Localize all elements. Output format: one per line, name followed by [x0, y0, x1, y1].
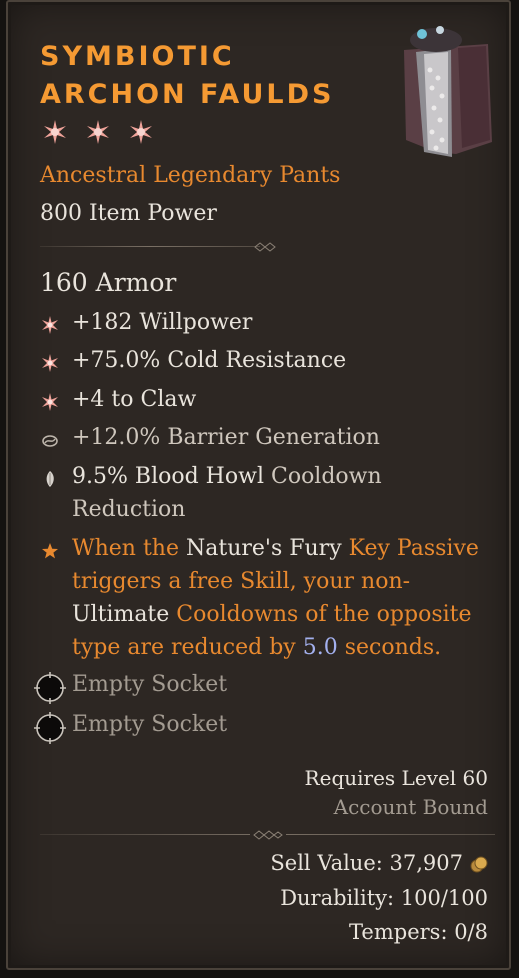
socket-2-label: Empty Socket	[72, 712, 228, 737]
required-level: Requires Level 60	[304, 766, 488, 790]
aspect-value: 9.5%	[72, 464, 128, 489]
socket-1-label: Empty Socket	[72, 672, 228, 697]
legendary-star-icon	[42, 543, 58, 559]
item-rank-stars	[42, 119, 154, 145]
affix-cold-resistance: +75.0% Cold Resistance	[72, 348, 347, 373]
legendary-text: Cooldowns of the opposite	[176, 602, 472, 627]
account-bound: Account Bound	[333, 795, 488, 819]
legendary-text: Key Passive	[348, 536, 479, 561]
sell-value: Sell Value: 37,907	[270, 851, 463, 875]
aspect-suffix: Cooldown	[270, 464, 382, 489]
item-name-line1: Symbiotic	[40, 41, 235, 72]
item-tooltip: Symbiotic Archon Faulds	[6, 0, 511, 970]
divider-ornament-icon	[250, 830, 286, 840]
aspect-skill: Blood Howl	[134, 464, 264, 489]
affix-barrier-generation: +12.0% Barrier Generation	[72, 425, 380, 450]
armor-value: 160 Armor	[40, 268, 177, 297]
legendary-line1: When the Nature's Fury Key Passive	[72, 536, 479, 561]
tempers: Tempers: 0/8	[349, 920, 488, 944]
aspect-line2: Reduction	[72, 497, 186, 522]
legendary-text: seconds.	[344, 635, 442, 660]
aspect-line1: 9.5% Blood Howl Cooldown	[72, 464, 382, 489]
empty-socket-icon	[34, 672, 66, 704]
divider-bottom	[40, 830, 495, 840]
greater-affix-icon	[42, 354, 58, 372]
durability: Durability: 100/100	[280, 886, 488, 910]
divider-ornament-icon	[254, 242, 276, 252]
legendary-keyword: Nature's Fury	[186, 536, 342, 561]
legendary-keyword: Ultimate	[72, 602, 170, 627]
legendary-value: 5.0	[302, 635, 338, 660]
legendary-text: type are reduced by	[72, 635, 296, 660]
faulds-armor-icon	[404, 26, 492, 157]
star-burst-icon	[130, 120, 152, 144]
greater-affix-icon	[42, 393, 58, 411]
divider-top	[40, 242, 280, 252]
item-name: Symbiotic Archon Faulds	[40, 38, 334, 114]
tempered-affix-icon	[42, 435, 58, 447]
legendary-line3: Ultimate Cooldowns of the opposite	[72, 602, 472, 627]
item-power: 800 Item Power	[40, 201, 217, 226]
legendary-line4: type are reduced by 5.0 seconds.	[72, 635, 441, 660]
star-burst-icon	[87, 120, 109, 144]
unique-aspect-icon	[46, 471, 54, 487]
item-name-line2: Archon Faulds	[40, 79, 335, 110]
affix-willpower: +182 Willpower	[72, 310, 253, 335]
item-type: Ancestral Legendary Pants	[40, 163, 341, 188]
legendary-text: When the	[72, 536, 179, 561]
greater-affix-icon	[42, 316, 58, 334]
affix-claw: +4 to Claw	[72, 387, 197, 412]
gold-coin-icon	[470, 856, 488, 873]
star-burst-icon	[44, 120, 66, 144]
empty-socket-icon	[34, 712, 66, 744]
legendary-line2: triggers a free Skill, your non-	[72, 569, 411, 594]
